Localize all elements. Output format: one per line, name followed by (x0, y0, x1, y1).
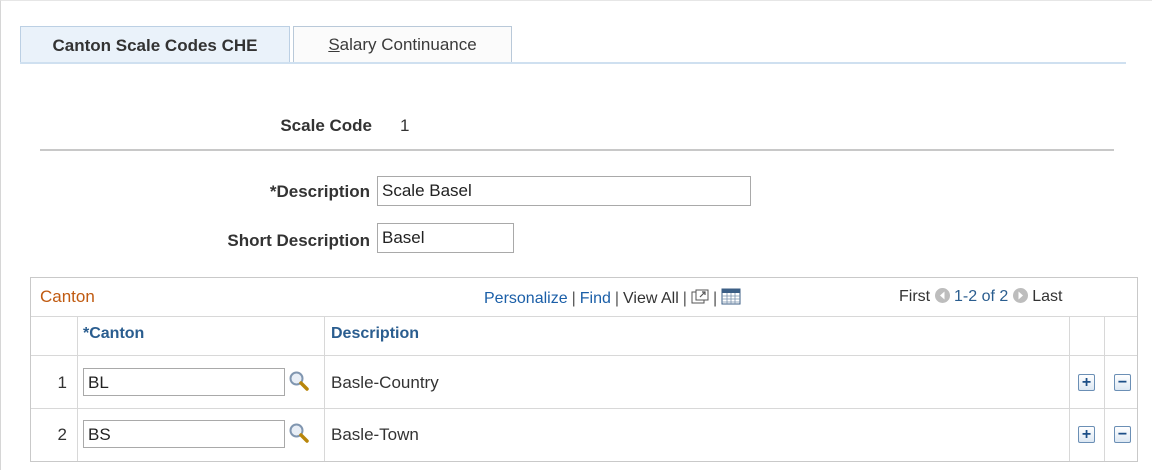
last-label: Last (1032, 288, 1063, 305)
canton-input[interactable]: BS (83, 420, 285, 448)
pager: First 1-2 of 2 Last (899, 288, 1062, 306)
description-label: *Description (269, 182, 370, 201)
column-header-description[interactable]: Description (331, 316, 1066, 352)
row-divider (31, 355, 1137, 356)
new-window-icon[interactable] (691, 289, 709, 310)
canton-grid: Canton Personalize | Find | View All | | First… (30, 277, 1138, 462)
scale-code-label: Scale Code (280, 116, 372, 135)
page-range: 1-2 of 2 (954, 288, 1009, 305)
grid-title: Canton (40, 287, 95, 306)
tab-accelerator-letter: S (328, 34, 340, 54)
separator: | (571, 290, 576, 307)
tab-label: Canton Scale Codes CHE (52, 35, 258, 55)
scale-code-value: 1 (400, 116, 410, 135)
delete-row-button[interactable]: − (1114, 374, 1131, 391)
separator: | (614, 290, 620, 307)
minus-icon: − (1117, 373, 1128, 391)
grid-header: Canton Personalize | Find | View All | | First… (31, 278, 1137, 317)
left-arrow-circle-icon[interactable] (934, 288, 950, 303)
separator: | (682, 290, 687, 307)
add-row-button[interactable]: + (1078, 374, 1095, 391)
minus-icon: − (1117, 425, 1128, 443)
canton-description: Basle-Country (331, 373, 439, 392)
separator: | (712, 290, 718, 307)
column-divider (324, 316, 325, 461)
row-number: 1 (57, 373, 67, 392)
plus-icon: + (1081, 373, 1092, 391)
column-header-canton[interactable]: *Canton (81, 316, 326, 352)
column-divider (1069, 316, 1070, 461)
tab-canton-scale-codes[interactable]: Canton Scale Codes CHE (20, 26, 290, 64)
tab-label: alary Continuance (339, 34, 477, 54)
short-description-label: Short Description (227, 231, 370, 250)
tab-underline (20, 62, 1126, 64)
magnifier-icon[interactable] (288, 370, 310, 392)
right-arrow-circle-icon[interactable] (1012, 288, 1028, 303)
divider (40, 149, 1114, 151)
grid-toolbar: Personalize | Find | View All | | (484, 288, 741, 310)
column-divider (77, 316, 78, 461)
short-description-input[interactable]: Basel (377, 223, 514, 253)
row-divider (31, 408, 1137, 409)
tab-salary-continuance[interactable]: Salary Continuance (293, 26, 512, 62)
view-all-link[interactable]: View All (623, 290, 679, 307)
add-row-button[interactable]: + (1078, 426, 1095, 443)
plus-icon: + (1081, 425, 1092, 443)
delete-row-button[interactable]: − (1114, 426, 1131, 443)
personalize-link[interactable]: Personalize (484, 290, 568, 307)
canton-input[interactable]: BL (83, 368, 285, 396)
description-input[interactable]: Scale Basel (377, 176, 751, 206)
spreadsheet-icon[interactable] (721, 288, 741, 310)
magnifier-icon[interactable] (288, 422, 310, 444)
column-divider (1104, 316, 1105, 461)
row-number: 2 (57, 425, 67, 444)
find-link[interactable]: Find (580, 290, 611, 307)
canton-description: Basle-Town (331, 425, 419, 444)
tab-bar: Canton Scale Codes CHE Salary Continuanc… (20, 26, 1126, 64)
first-label: First (899, 288, 931, 305)
